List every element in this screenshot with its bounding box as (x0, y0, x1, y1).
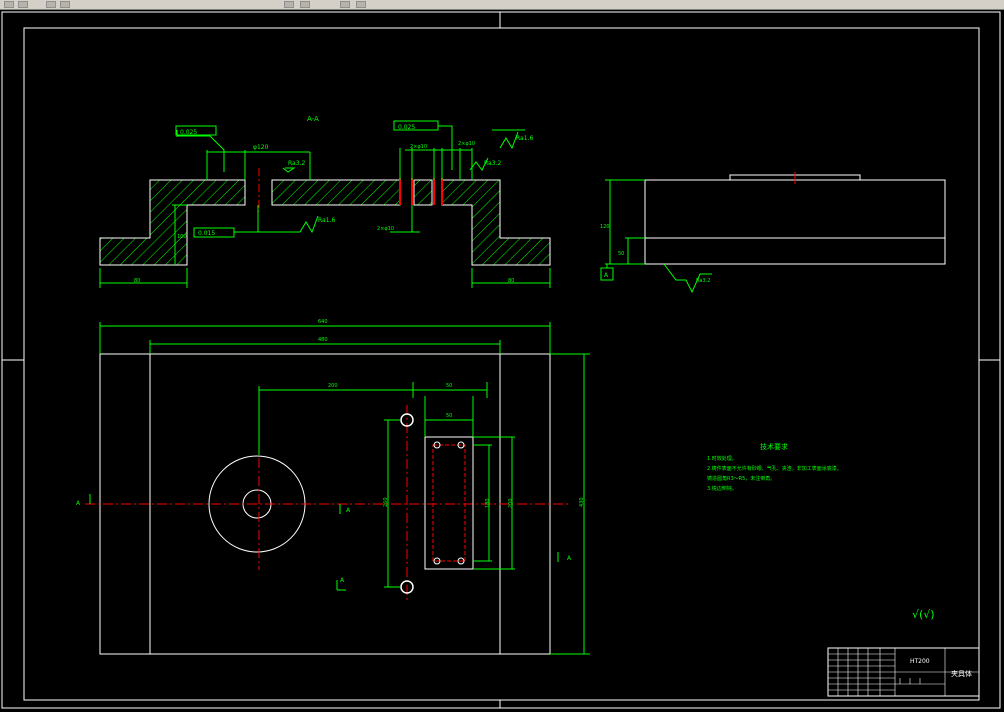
slot-plate (424, 436, 474, 570)
toolbar-icon[interactable] (4, 1, 14, 8)
tol-perpendicularity: 0.015 (198, 230, 215, 237)
toolbar-icon[interactable] (284, 1, 294, 8)
dim-inner-width: 480 (318, 337, 328, 343)
toolbar-icon[interactable] (46, 1, 56, 8)
dim-flange-left: 80 (134, 278, 140, 284)
section-left-body (99, 179, 246, 266)
side-body (644, 179, 946, 265)
dim-hole-depth: 2×φ10 (377, 226, 394, 232)
cad-drawing-canvas[interactable]: A-A 0.025 0.025 0.015 Ra3.2 Ra1.6 Ra1.6 … (0, 10, 1004, 712)
side-roughness: Ra3.2 (696, 278, 710, 284)
sheet-inner-border (23, 27, 980, 701)
slot-inner (432, 444, 466, 562)
section-view: A-A 0.025 0.025 0.015 Ra3.2 Ra1.6 Ra1.6 … (99, 115, 551, 288)
dim-hole: 2×φ10 (458, 141, 475, 147)
side-base-dim: 50 (618, 251, 624, 257)
roughness-symbol: Ra1.6 (318, 217, 335, 224)
title-block: HT200 夹具体 (827, 647, 980, 697)
side-view: 120 50 A Ra3.2 (600, 172, 946, 294)
dim-bore: φ120 (253, 144, 269, 151)
dim-hole: 2×φ10 (410, 144, 427, 150)
section-mid-body (271, 179, 401, 206)
section-mark: A (346, 507, 351, 514)
section-hole-web (413, 179, 433, 206)
general-roughness: √(√) (912, 608, 935, 621)
tech-req-line: 铸造圆角R3～R5，未注倒角。 (707, 475, 775, 482)
tech-requirements: 技术要求 1.时效处理。 2.铸件表面不允许有砂眼、气孔、夹渣，非加工表面涂底漆… (707, 442, 935, 621)
tol-flatness-left: 0.025 (180, 129, 197, 136)
tech-req-title: 技术要求 (760, 442, 788, 451)
tech-req-line: 1.时效处理。 (707, 455, 737, 462)
dim-flange-right: 80 (508, 278, 514, 284)
side-dimensions (600, 179, 712, 294)
side-datum: A (604, 272, 609, 279)
dim-offset-x: 200 (328, 383, 338, 389)
tol-flatness-right: 0.025 (398, 124, 415, 131)
roughness-symbol: Ra3.2 (288, 160, 305, 167)
dim-height: 100 (177, 234, 187, 240)
dim-slot-height2: 180 (485, 498, 491, 508)
section-mark: A (567, 555, 572, 562)
sheet-outer-border (1, 11, 1001, 709)
dim-slot-width: 50 (446, 383, 452, 389)
title-name: 夹具体 (951, 669, 972, 678)
roughness-symbol: Ra3.2 (484, 160, 501, 167)
side-height-dim: 120 (600, 224, 610, 230)
section-label: A-A (307, 115, 319, 123)
section-right-body (441, 179, 551, 266)
dim-slot-height: 260 (383, 497, 389, 507)
tech-req-line: 2.铸件表面不允许有砂眼、气孔、夹渣，非加工表面涂底漆。 (707, 465, 842, 472)
title-material: HT200 (910, 658, 930, 665)
toolbar-icon[interactable] (300, 1, 310, 8)
toolbar-icon[interactable] (356, 1, 366, 8)
section-mark: A (76, 500, 81, 507)
tech-req-line: 3.锐边倒钝。 (707, 485, 737, 492)
dim-slot-height3: 200 (508, 498, 514, 508)
dim-total-width: 640 (318, 319, 328, 325)
toolbar (0, 0, 1004, 10)
toolbar-icon[interactable] (60, 1, 70, 8)
section-mark: A (340, 577, 345, 584)
toolbar-icon[interactable] (340, 1, 350, 8)
roughness-symbol: Ra1.6 (516, 135, 533, 142)
dim-slot-width2: 50 (446, 413, 452, 419)
dim-total-height: 430 (579, 497, 585, 507)
toolbar-icon[interactable] (18, 1, 28, 8)
plan-dimensions (89, 322, 590, 655)
plan-view: 640 480 200 50 50 260 180 200 430 A A A … (76, 319, 590, 655)
